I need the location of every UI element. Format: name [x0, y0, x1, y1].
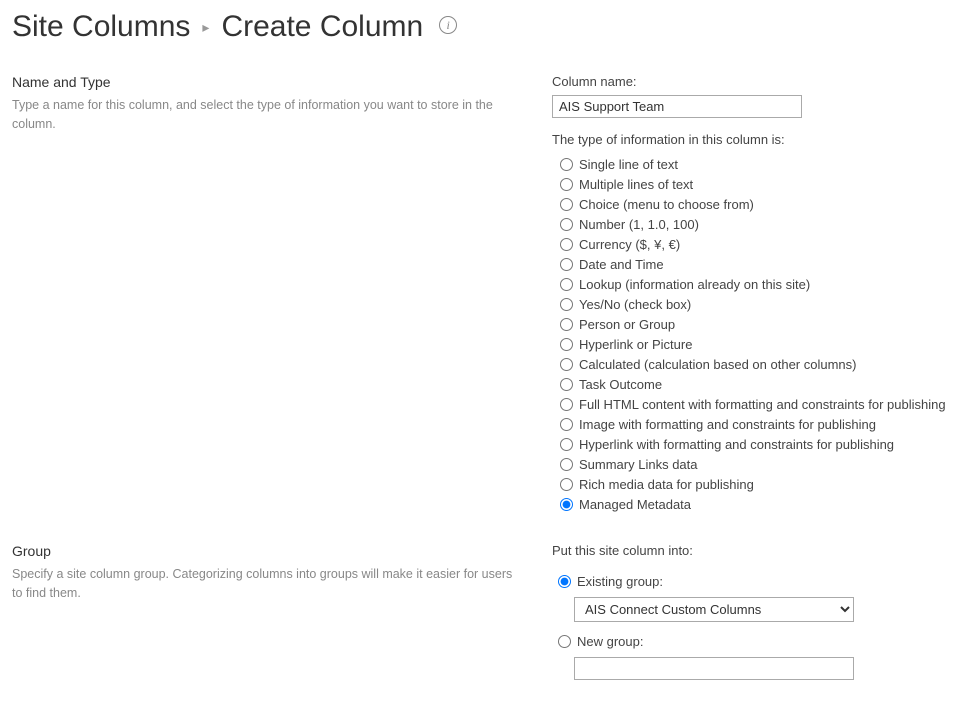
put-into-label: Put this site column into: [552, 543, 959, 558]
existing-group-select[interactable]: AIS Connect Custom Columns [574, 597, 854, 622]
column-type-radio[interactable] [560, 338, 573, 351]
new-group-radio[interactable] [558, 635, 571, 648]
column-type-option: Choice (menu to choose from) [560, 195, 959, 214]
column-type-radio[interactable] [560, 258, 573, 271]
column-type-option-label[interactable]: Summary Links data [579, 455, 698, 474]
column-type-option-label[interactable]: Task Outcome [579, 375, 662, 394]
column-type-option-label[interactable]: Hyperlink with formatting and constraint… [579, 435, 894, 454]
column-type-radio[interactable] [560, 458, 573, 471]
section-group: Group Specify a site column group. Categ… [12, 543, 959, 680]
column-type-option-label[interactable]: Multiple lines of text [579, 175, 693, 194]
column-type-radio[interactable] [560, 438, 573, 451]
column-type-option: Summary Links data [560, 455, 959, 474]
column-type-radio[interactable] [560, 318, 573, 331]
breadcrumb-site-columns[interactable]: Site Columns [12, 10, 190, 44]
column-type-option-label[interactable]: Number (1, 1.0, 100) [579, 215, 699, 234]
page-title: Create Column [221, 10, 423, 44]
info-icon[interactable]: i [439, 16, 457, 34]
column-type-option-label[interactable]: Lookup (information already on this site… [579, 275, 810, 294]
column-type-radio[interactable] [560, 198, 573, 211]
column-type-option: Full HTML content with formatting and co… [560, 395, 959, 414]
new-group-input[interactable] [574, 657, 854, 680]
column-type-label: The type of information in this column i… [552, 132, 959, 147]
column-type-radio[interactable] [560, 358, 573, 371]
column-type-option: Hyperlink or Picture [560, 335, 959, 354]
new-group-label[interactable]: New group: [577, 632, 643, 651]
column-type-radio[interactable] [560, 158, 573, 171]
existing-group-radio[interactable] [558, 575, 571, 588]
column-type-radio[interactable] [560, 278, 573, 291]
column-type-option-label[interactable]: Choice (menu to choose from) [579, 195, 754, 214]
section-name-type-title: Name and Type [12, 74, 522, 90]
page-header: Site Columns ▸ Create Column i [12, 10, 959, 44]
column-type-radio[interactable] [560, 418, 573, 431]
column-type-option: Hyperlink with formatting and constraint… [560, 435, 959, 454]
column-type-option: Managed Metadata [560, 495, 959, 514]
column-name-label: Column name: [552, 74, 959, 89]
column-type-option: Multiple lines of text [560, 175, 959, 194]
column-type-radio[interactable] [560, 218, 573, 231]
column-type-radio[interactable] [560, 378, 573, 391]
column-type-option-label[interactable]: Calculated (calculation based on other c… [579, 355, 857, 374]
column-type-option-label[interactable]: Date and Time [579, 255, 664, 274]
existing-group-label[interactable]: Existing group: [577, 572, 663, 591]
column-type-radio[interactable] [560, 178, 573, 191]
column-type-radio[interactable] [560, 398, 573, 411]
section-group-desc: Specify a site column group. Categorizin… [12, 565, 522, 603]
column-name-input[interactable] [552, 95, 802, 118]
column-type-option-label[interactable]: Image with formatting and constraints fo… [579, 415, 876, 434]
column-type-option: Single line of text [560, 155, 959, 174]
column-type-option: Yes/No (check box) [560, 295, 959, 314]
column-type-option: Lookup (information already on this site… [560, 275, 959, 294]
column-type-option: Calculated (calculation based on other c… [560, 355, 959, 374]
section-group-title: Group [12, 543, 522, 559]
column-type-radio[interactable] [560, 298, 573, 311]
column-type-option: Date and Time [560, 255, 959, 274]
column-type-option: Person or Group [560, 315, 959, 334]
column-type-option: Task Outcome [560, 375, 959, 394]
column-type-radios: Single line of textMultiple lines of tex… [552, 155, 959, 514]
column-type-option-label[interactable]: Single line of text [579, 155, 678, 174]
column-type-option: Rich media data for publishing [560, 475, 959, 494]
section-name-and-type: Name and Type Type a name for this colum… [12, 74, 959, 515]
breadcrumb-caret-icon: ▸ [202, 19, 209, 36]
column-type-option: Currency ($, ¥, €) [560, 235, 959, 254]
section-name-type-desc: Type a name for this column, and select … [12, 96, 522, 134]
column-type-radio[interactable] [560, 238, 573, 251]
column-type-radio[interactable] [560, 498, 573, 511]
column-type-option-label[interactable]: Full HTML content with formatting and co… [579, 395, 946, 414]
column-type-option-label[interactable]: Rich media data for publishing [579, 475, 754, 494]
column-type-radio[interactable] [560, 478, 573, 491]
column-type-option-label[interactable]: Hyperlink or Picture [579, 335, 692, 354]
column-type-option: Image with formatting and constraints fo… [560, 415, 959, 434]
column-type-option-label[interactable]: Currency ($, ¥, €) [579, 235, 680, 254]
column-type-option-label[interactable]: Person or Group [579, 315, 675, 334]
column-type-option-label[interactable]: Yes/No (check box) [579, 295, 691, 314]
column-type-option-label[interactable]: Managed Metadata [579, 495, 691, 514]
column-type-option: Number (1, 1.0, 100) [560, 215, 959, 234]
